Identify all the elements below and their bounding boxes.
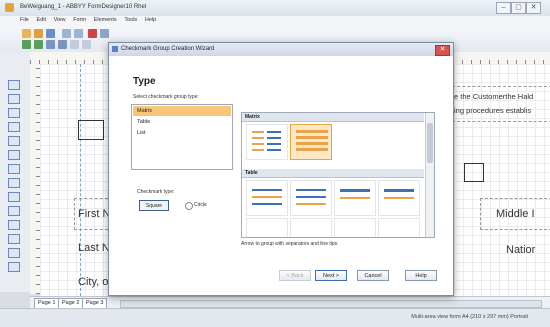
app-icon xyxy=(5,3,14,12)
table-tool-icon[interactable] xyxy=(8,150,20,160)
anchor-tool-icon[interactable] xyxy=(8,248,20,258)
dialog-close-icon[interactable]: ✕ xyxy=(435,45,450,56)
gallery-thumb-table-4[interactable] xyxy=(378,180,420,216)
menu-help[interactable]: Help xyxy=(145,17,156,23)
checkmark-circle-label: Circle xyxy=(194,202,207,208)
signature-tool-icon[interactable] xyxy=(8,206,20,216)
text-block-box[interactable] xyxy=(78,120,104,140)
align-icon[interactable] xyxy=(58,40,67,49)
delete-icon[interactable] xyxy=(88,29,97,38)
field-tool-icon[interactable] xyxy=(8,94,20,104)
new-form-icon[interactable] xyxy=(22,29,31,38)
checkbox-element[interactable] xyxy=(464,163,484,182)
layout-gallery[interactable]: Matrix Table xyxy=(241,112,435,238)
menu-form[interactable]: Form xyxy=(73,17,86,23)
type-prompt: Select checkmark group type: xyxy=(133,94,199,100)
save-icon[interactable] xyxy=(46,29,55,38)
title-bar: BeWeiguang_1 - ABBYY FormDesigner10 Rhel… xyxy=(0,0,550,17)
list-item-table[interactable]: Table xyxy=(133,117,231,127)
text-tool-icon[interactable] xyxy=(8,80,20,90)
menu-tools[interactable]: Tools xyxy=(124,17,137,23)
label-nation: Natior xyxy=(506,244,536,256)
gallery-scrollbar[interactable] xyxy=(425,113,434,237)
gallery-section-matrix: Matrix xyxy=(242,113,424,122)
line-tool-icon[interactable] xyxy=(8,164,20,174)
select-icon[interactable] xyxy=(82,40,91,49)
gallery-thumb-table-1[interactable] xyxy=(246,180,288,216)
maximize-button[interactable]: ▢ xyxy=(511,2,526,14)
header-text-line-1: e the Customerthe Hald xyxy=(454,92,534,101)
number-tool-icon[interactable] xyxy=(8,234,20,244)
gallery-thumb-table-7[interactable] xyxy=(334,218,376,237)
dialog-title-bar: Checkmark Group Creation Wizard ✕ xyxy=(109,43,453,57)
app-window: BeWeiguang_1 - ABBYY FormDesigner10 Rhel… xyxy=(0,0,550,327)
margin-guide-left xyxy=(80,64,81,296)
group-type-list[interactable]: Matrix Table List xyxy=(131,104,233,170)
checkmark-square-option[interactable]: Square xyxy=(139,200,169,211)
step-heading: Type xyxy=(133,76,156,87)
zoom-in-icon[interactable] xyxy=(22,40,31,49)
zoom-out-icon[interactable] xyxy=(34,40,43,49)
page-tool-icon[interactable] xyxy=(8,262,20,272)
gallery-thumb-matrix-2[interactable] xyxy=(290,124,332,160)
horizontal-scrollbar[interactable] xyxy=(120,300,542,308)
redo-icon[interactable] xyxy=(74,29,83,38)
gallery-section-table: Table xyxy=(242,169,424,178)
gallery-thumb-table-5[interactable] xyxy=(246,218,288,237)
gallery-thumb-matrix-1[interactable] xyxy=(246,124,288,160)
close-window-button[interactable]: ✕ xyxy=(526,2,541,14)
checkmark-circle-radio[interactable] xyxy=(185,202,193,210)
label-middle: Middle I xyxy=(496,208,535,220)
open-folder-icon[interactable] xyxy=(34,29,43,38)
date-tool-icon[interactable] xyxy=(8,220,20,230)
wizard-icon xyxy=(112,46,118,52)
group-tool-icon[interactable] xyxy=(8,192,20,202)
next-button[interactable]: Next > xyxy=(315,270,347,281)
list-item-matrix[interactable]: Matrix xyxy=(133,106,231,116)
minimize-button[interactable]: – xyxy=(496,2,511,14)
ruler-icon[interactable] xyxy=(70,40,79,49)
gallery-scroll-thumb[interactable] xyxy=(427,123,433,163)
menu-view[interactable]: View xyxy=(54,17,66,23)
label-last-name: Last N xyxy=(78,242,110,254)
gallery-thumb-table-6[interactable] xyxy=(290,218,332,237)
status-text: Multi-area view form A4 (210 x 297 mm) P… xyxy=(411,314,528,320)
checkmark-wizard-dialog: Checkmark Group Creation Wizard ✕ Type S… xyxy=(108,42,454,296)
image-tool-icon[interactable] xyxy=(8,136,20,146)
checkmark-type-label: Checkmark type: xyxy=(137,189,175,195)
undo-icon[interactable] xyxy=(62,29,71,38)
grid-icon[interactable] xyxy=(46,40,55,49)
status-bar: Multi-area view form A4 (210 x 297 mm) P… xyxy=(0,308,550,327)
menu-elements[interactable]: Elements xyxy=(94,17,117,23)
rectangle-tool-icon[interactable] xyxy=(8,178,20,188)
dialog-title: Checkmark Group Creation Wizard xyxy=(121,46,215,52)
menu-edit[interactable]: Edit xyxy=(37,17,46,23)
menu-bar: File Edit View Form Elements Tools Help xyxy=(0,16,550,26)
back-button[interactable]: < Back xyxy=(279,270,311,281)
cancel-button[interactable]: Cancel xyxy=(357,270,389,281)
cut-icon[interactable] xyxy=(100,29,109,38)
gallery-thumb-table-8[interactable] xyxy=(378,218,420,237)
list-item-list[interactable]: List xyxy=(133,128,231,138)
barcode-tool-icon[interactable] xyxy=(8,122,20,132)
layout-description: Arrow to group with separators and line … xyxy=(241,241,339,247)
checkbox-tool-icon[interactable] xyxy=(8,108,20,118)
window-title: BeWeiguang_1 - ABBYY FormDesigner10 Rhel xyxy=(20,4,147,10)
element-toolbar xyxy=(0,52,31,292)
gallery-thumb-table-2[interactable] xyxy=(290,180,332,216)
help-button[interactable]: Help xyxy=(405,270,437,281)
gallery-thumb-table-3[interactable] xyxy=(334,180,376,216)
label-first-name: First N xyxy=(78,208,111,220)
label-city: City, o xyxy=(78,276,109,288)
menu-file[interactable]: File xyxy=(20,17,29,23)
header-text-line-2: ing procedures establis xyxy=(454,106,532,115)
